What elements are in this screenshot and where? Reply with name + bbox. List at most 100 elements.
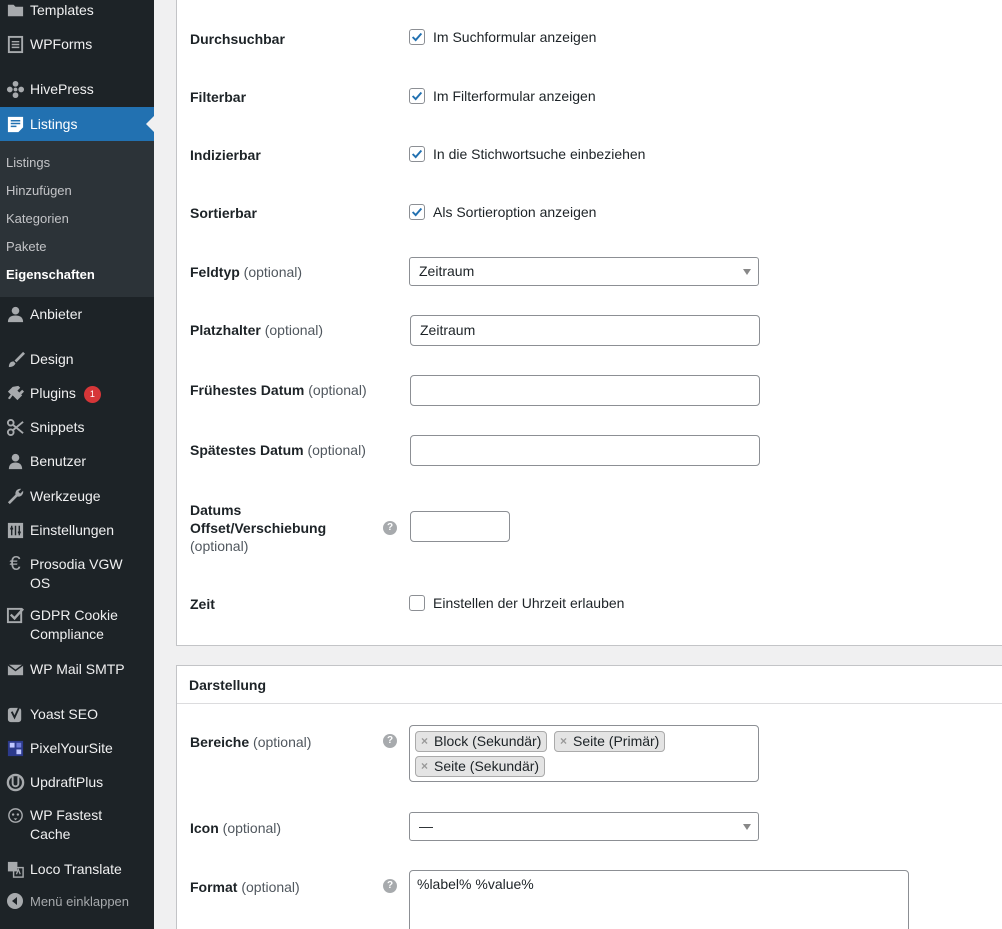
euro-icon: €	[9, 553, 21, 575]
menu-benutzer-label: Benutzer	[30, 452, 87, 469]
spaetestes-datum-input[interactable]	[410, 435, 760, 466]
fruehestes-datum-label: Frühestes Datum (optional)	[190, 382, 367, 398]
platzhalter-input[interactable]: Zeitraum	[410, 315, 760, 346]
fruehestes-datum-input[interactable]	[410, 375, 760, 406]
forms-icon	[0, 35, 30, 54]
menu-gdpr[interactable]: GDPR Cookie Compliance	[0, 606, 154, 644]
plugin-icon	[0, 384, 30, 403]
feldtyp-label: Feldtyp (optional)	[190, 264, 303, 280]
checkbox-checked-icon	[409, 29, 425, 45]
menu-templates[interactable]: Templates	[0, 1, 154, 20]
format-label: Format (optional)	[190, 879, 300, 895]
menu-prosodia-label: Prosodia VGW OS	[30, 556, 123, 591]
remove-tag-icon[interactable]: ×	[560, 732, 567, 751]
wrench-icon	[0, 487, 30, 506]
update-count-badge: 1	[83, 385, 101, 403]
menu-wp-fastest-cache-label: WP Fastest Cache	[30, 807, 103, 842]
display-settings-panel: Darstellung Bereiche (optional) ? × Block…	[176, 665, 1002, 929]
collapse-arrow-icon	[0, 893, 30, 909]
pixel-icon	[0, 739, 30, 758]
menu-listings-label: Listings	[30, 115, 78, 132]
tag-block-secondary[interactable]: × Block (Sekundär)	[415, 731, 548, 752]
menu-wpforms-label: WPForms	[30, 35, 93, 52]
menu-wp-mail-smtp[interactable]: WP Mail SMTP	[0, 659, 154, 679]
help-icon[interactable]: ?	[383, 879, 397, 893]
durchsuchbar-label: Durchsuchbar	[190, 31, 285, 47]
remove-tag-icon[interactable]: ×	[421, 757, 428, 776]
checkbox-checked-icon	[409, 88, 425, 104]
menu-snippets-label: Snippets	[30, 418, 85, 435]
checkbox-checked-icon	[409, 146, 425, 162]
durchsuchbar-checkbox[interactable]: Im Suchformular anzeigen	[409, 29, 596, 45]
dropdown-arrow-icon	[743, 824, 751, 830]
menu-prosodia[interactable]: € Prosodia VGW OS	[0, 553, 154, 593]
menu-snippets[interactable]: Snippets	[0, 417, 154, 437]
menu-wp-fastest-cache[interactable]: WP Fastest Cache	[0, 806, 154, 844]
spaetestes-datum-label: Spätestes Datum (optional)	[190, 442, 366, 458]
folder-icon	[0, 1, 30, 20]
submenu-listings[interactable]: Listings	[6, 155, 50, 170]
zeit-label: Zeit	[190, 596, 215, 612]
menu-updraftplus[interactable]: UpdraftPlus	[0, 772, 154, 792]
checkbox-unchecked-icon	[409, 595, 425, 611]
admin-sidebar: Templates WPForms HivePress Listings Lis…	[0, 0, 154, 929]
listings-submenu: Listings Hinzufügen Kategorien Pakete Ei…	[0, 141, 154, 297]
menu-hivepress[interactable]: HivePress	[0, 79, 154, 99]
tag-page-primary[interactable]: × Seite (Primär)	[554, 731, 666, 752]
menu-wp-mail-smtp-label: WP Mail SMTP	[30, 660, 125, 677]
submenu-add-new[interactable]: Hinzufügen	[6, 183, 72, 198]
icon-select[interactable]: —	[409, 812, 759, 841]
icon-label: Icon (optional)	[190, 820, 282, 836]
menu-plugins[interactable]: Plugins 1	[0, 383, 154, 403]
indizierbar-checkbox[interactable]: In die Stichwortsuche einbeziehen	[409, 146, 645, 162]
menu-pixelyoursite[interactable]: PixelYourSite	[0, 738, 154, 758]
menu-templates-label: Templates	[30, 2, 94, 18]
menu-listings[interactable]: Listings	[0, 107, 154, 141]
scissors-icon	[0, 418, 30, 437]
check-box-icon	[0, 606, 30, 625]
checkbox-checked-icon	[409, 204, 425, 220]
menu-werkzeuge[interactable]: Werkzeuge	[0, 486, 154, 506]
menu-loco-translate-label: Loco Translate	[30, 860, 122, 877]
menu-updraftplus-label: UpdraftPlus	[30, 773, 104, 790]
menu-anbieter[interactable]: Anbieter	[0, 304, 154, 324]
menu-yoast[interactable]: Yoast SEO	[0, 704, 154, 724]
bereiche-multiselect[interactable]: × Block (Sekundär) × Seite (Primär) × Seite…	[409, 725, 759, 782]
menu-wpforms[interactable]: WPForms	[0, 34, 154, 54]
menu-design[interactable]: Design	[0, 349, 154, 369]
menu-einstellungen-label: Einstellungen	[30, 521, 115, 538]
menu-einstellungen[interactable]: Einstellungen	[0, 520, 154, 540]
filterbar-checkbox[interactable]: Im Filterformular anzeigen	[409, 88, 596, 104]
sortierbar-checkbox[interactable]: Als Sortieroption anzeigen	[409, 204, 596, 220]
listings-icon	[0, 115, 30, 134]
updraft-icon	[0, 773, 30, 792]
menu-loco-translate[interactable]: Loco Translate	[0, 859, 154, 879]
remove-tag-icon[interactable]: ×	[421, 732, 428, 751]
submenu-packages[interactable]: Pakete	[6, 239, 46, 254]
menu-yoast-label: Yoast SEO	[30, 705, 98, 722]
help-icon[interactable]: ?	[383, 521, 397, 535]
menu-design-label: Design	[30, 350, 74, 367]
settings-sliders-icon	[0, 521, 30, 540]
menu-anbieter-label: Anbieter	[30, 305, 83, 322]
panel-header: Darstellung	[177, 666, 1002, 704]
panel-title: Darstellung	[189, 677, 267, 693]
zeit-checkbox[interactable]: Einstellen der Uhrzeit erlauben	[409, 595, 624, 611]
brush-icon	[0, 350, 30, 369]
submenu-attributes[interactable]: Eigenschaften	[6, 267, 95, 282]
help-icon[interactable]: ?	[383, 734, 397, 748]
tag-page-secondary[interactable]: × Seite (Sekundär)	[415, 756, 546, 777]
datums-offset-input[interactable]	[410, 511, 510, 542]
collapse-menu-button[interactable]: Menü einklappen	[0, 893, 154, 909]
format-textarea[interactable]: %label% %value%	[409, 870, 909, 929]
feldtyp-select[interactable]: Zeitraum	[409, 257, 759, 286]
mail-icon	[0, 660, 30, 679]
submenu-categories[interactable]: Kategorien	[6, 211, 69, 226]
bereiche-label: Bereiche (optional)	[190, 734, 312, 750]
menu-benutzer[interactable]: Benutzer	[0, 451, 154, 471]
user-icon	[0, 452, 30, 471]
cheetah-icon	[0, 806, 30, 825]
platzhalter-label: Platzhalter (optional)	[190, 322, 324, 338]
datums-offset-label: Datums Offset/Verschiebung (optional)	[190, 502, 327, 554]
menu-plugins-label: Plugins 1	[30, 384, 109, 403]
